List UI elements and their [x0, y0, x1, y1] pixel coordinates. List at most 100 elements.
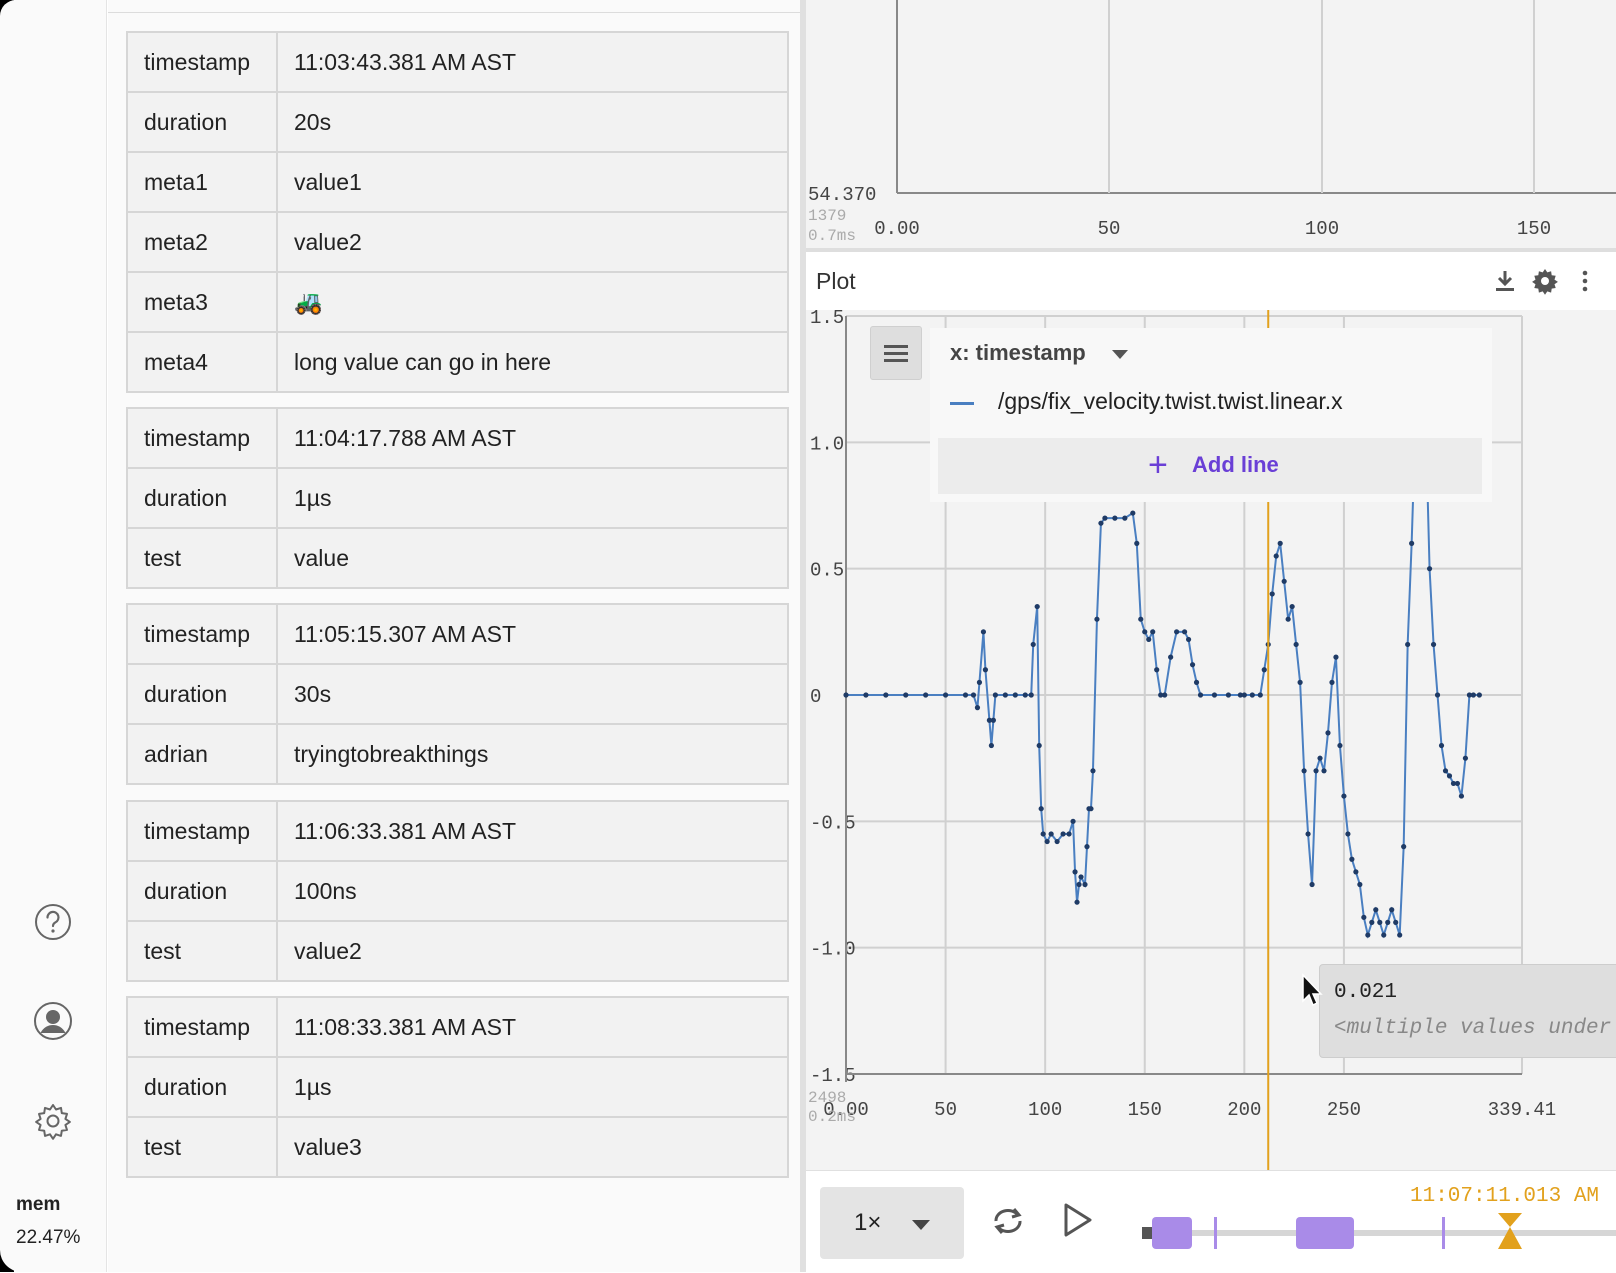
data-point — [1174, 629, 1180, 635]
data-point — [1397, 932, 1403, 938]
data-point — [1409, 540, 1415, 546]
sidebar: mem 22.47% — [0, 0, 107, 1272]
gear-icon[interactable] — [1530, 266, 1560, 296]
data-point — [1369, 919, 1375, 926]
plot-area[interactable]: 1.5 1.0 0.5 0 -0.5 -1.0 -1.5 0.00 50 100 150 200 250… — [806, 307, 1616, 1170]
data-point — [1345, 831, 1351, 837]
top-plot-panel: 54.370 1379 0.7ms 0.00 50 100 150 — [806, 0, 1616, 248]
scrubber-event-marker — [1214, 1217, 1217, 1249]
metadata-top-divider — [108, 12, 802, 13]
metadata-value: 11:03:43.381 AM AST — [276, 31, 789, 93]
plot-workspace: 54.370 1379 0.7ms 0.00 50 100 150 Plot 1… — [806, 0, 1616, 1273]
table-row: adrian tryingtobreakthings — [126, 723, 789, 785]
legend-toggle-button[interactable] — [870, 326, 922, 380]
playback-controls: 1× 11:07:11.013 AM — [806, 1170, 1616, 1273]
series-color-swatch[interactable] — [950, 402, 974, 405]
data-point — [1074, 899, 1080, 905]
data-point — [1138, 616, 1144, 622]
x-tick-label: 250 — [1327, 1099, 1361, 1121]
data-point — [1168, 654, 1174, 660]
metadata-key: timestamp — [126, 603, 278, 665]
data-point — [903, 692, 909, 698]
data-point — [1241, 692, 1247, 698]
add-line-button[interactable]: + Add line — [938, 438, 1482, 494]
data-point — [1162, 692, 1168, 698]
loop-icon[interactable] — [988, 1203, 1028, 1244]
table-row: test value — [126, 527, 789, 589]
data-point — [1401, 844, 1407, 850]
data-point — [1154, 667, 1160, 673]
data-point — [1365, 932, 1371, 938]
download-icon[interactable] — [1490, 266, 1520, 296]
series-path-input[interactable]: /gps/fix_velocity.twist.twist.linear.x — [998, 388, 1388, 415]
data-point — [974, 705, 981, 711]
data-point — [1054, 838, 1060, 845]
metadata-key: meta1 — [126, 151, 278, 213]
metadata-key: timestamp — [126, 31, 278, 93]
metadata-key: timestamp — [126, 800, 278, 862]
data-point — [1454, 780, 1461, 787]
data-point — [1072, 869, 1078, 875]
data-point — [1289, 603, 1295, 610]
data-point — [1211, 692, 1218, 698]
top-plot-chart[interactable]: 54.370 1379 0.7ms 0.00 50 100 150 — [806, 0, 1616, 248]
data-point — [1393, 919, 1399, 926]
data-point — [962, 692, 969, 698]
y-tick-label: -1.5 — [810, 1065, 856, 1087]
data-point — [1269, 591, 1275, 597]
playback-speed-dropdown[interactable]: 1× — [820, 1187, 964, 1259]
legend-panel: x: timestamp /gps/fix_velocity.twist.twi… — [930, 328, 1492, 502]
data-point — [1353, 869, 1359, 875]
data-point — [1470, 692, 1476, 698]
panel-title: Plot — [816, 268, 856, 294]
metadata-value: long value can go in here — [276, 331, 789, 393]
data-point — [1040, 831, 1046, 837]
top-plot-x-tick: 150 — [1517, 218, 1551, 240]
top-plot-x-tick: 100 — [1305, 218, 1339, 240]
metadata-key: test — [126, 1116, 278, 1178]
data-point — [1036, 742, 1042, 749]
data-point — [923, 692, 929, 698]
data-point — [1329, 679, 1335, 685]
metadata-value: value2 — [276, 920, 789, 982]
data-point — [1070, 818, 1076, 824]
metadata-key: duration — [126, 860, 278, 922]
metadata-key: test — [126, 920, 278, 982]
x-tick-label: 150 — [1128, 1099, 1162, 1121]
chevron-down-icon[interactable] — [1112, 350, 1128, 359]
data-point — [1341, 793, 1347, 799]
help-icon[interactable] — [33, 902, 73, 942]
data-point — [1076, 881, 1082, 888]
data-point — [1130, 510, 1136, 516]
scrubber-event-marker — [1442, 1217, 1445, 1249]
data-point — [1317, 755, 1323, 761]
metadata-value: 20s — [276, 91, 789, 153]
metadata-value: 11:08:33.381 AM AST — [276, 996, 789, 1058]
data-point — [1048, 831, 1054, 837]
user-icon[interactable] — [33, 1001, 73, 1041]
data-point — [1273, 553, 1279, 559]
data-point — [1285, 616, 1291, 622]
playback-scrubber[interactable] — [1142, 1211, 1616, 1261]
data-point — [1022, 692, 1028, 698]
metadata-value: 11:06:33.381 AM AST — [276, 800, 789, 862]
data-point — [976, 679, 983, 685]
play-icon[interactable] — [1060, 1201, 1094, 1244]
data-point — [1377, 919, 1383, 926]
data-point — [1277, 540, 1283, 546]
y-tick-label: 1.0 — [810, 433, 844, 455]
data-point — [1142, 629, 1148, 635]
data-point — [1082, 881, 1088, 888]
table-row: meta4 long value can go in here — [126, 331, 789, 393]
data-point — [1430, 641, 1437, 648]
gear-icon[interactable] — [33, 1101, 73, 1141]
mem-label: mem — [16, 1194, 61, 1215]
x-axis-selector[interactable]: x: timestamp — [950, 340, 1086, 366]
data-point — [1189, 662, 1196, 668]
more-vertical-icon[interactable] — [1570, 266, 1600, 296]
top-plot-stats-count: 1379 — [808, 207, 846, 225]
table-row: test value3 — [126, 1116, 789, 1178]
data-point — [1034, 603, 1040, 610]
metadata-table: timestamp 11:06:33.381 AM AST duration 100n… — [126, 800, 789, 982]
data-point — [1134, 540, 1140, 546]
